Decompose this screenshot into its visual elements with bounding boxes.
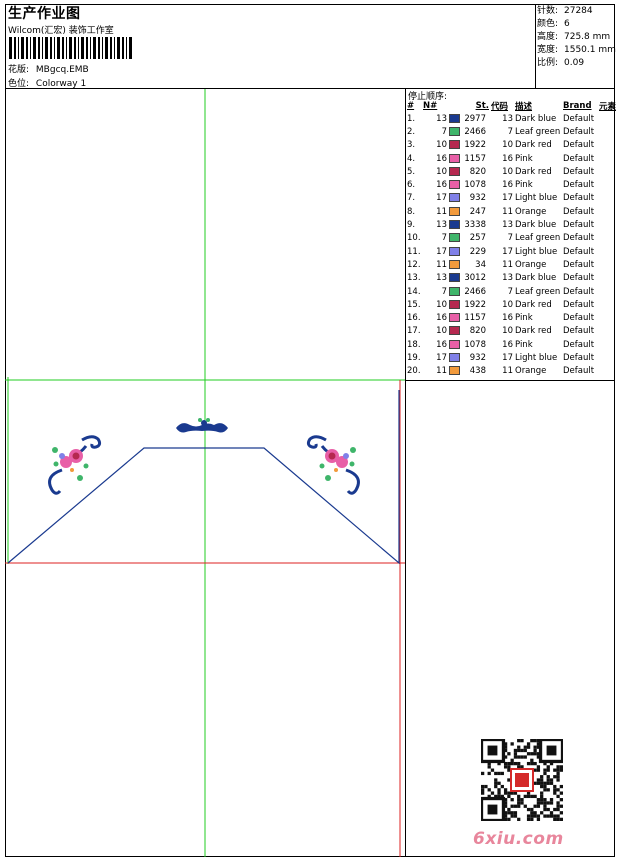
garment-outline [7,390,400,565]
right-floral-motif [306,435,360,495]
left-floral-motif [48,435,102,495]
watermark-text: 6xiu.com [473,829,564,849]
top-ornament-motif [176,420,228,433]
qr-code-icon [481,739,563,821]
design-canvas [5,89,405,857]
